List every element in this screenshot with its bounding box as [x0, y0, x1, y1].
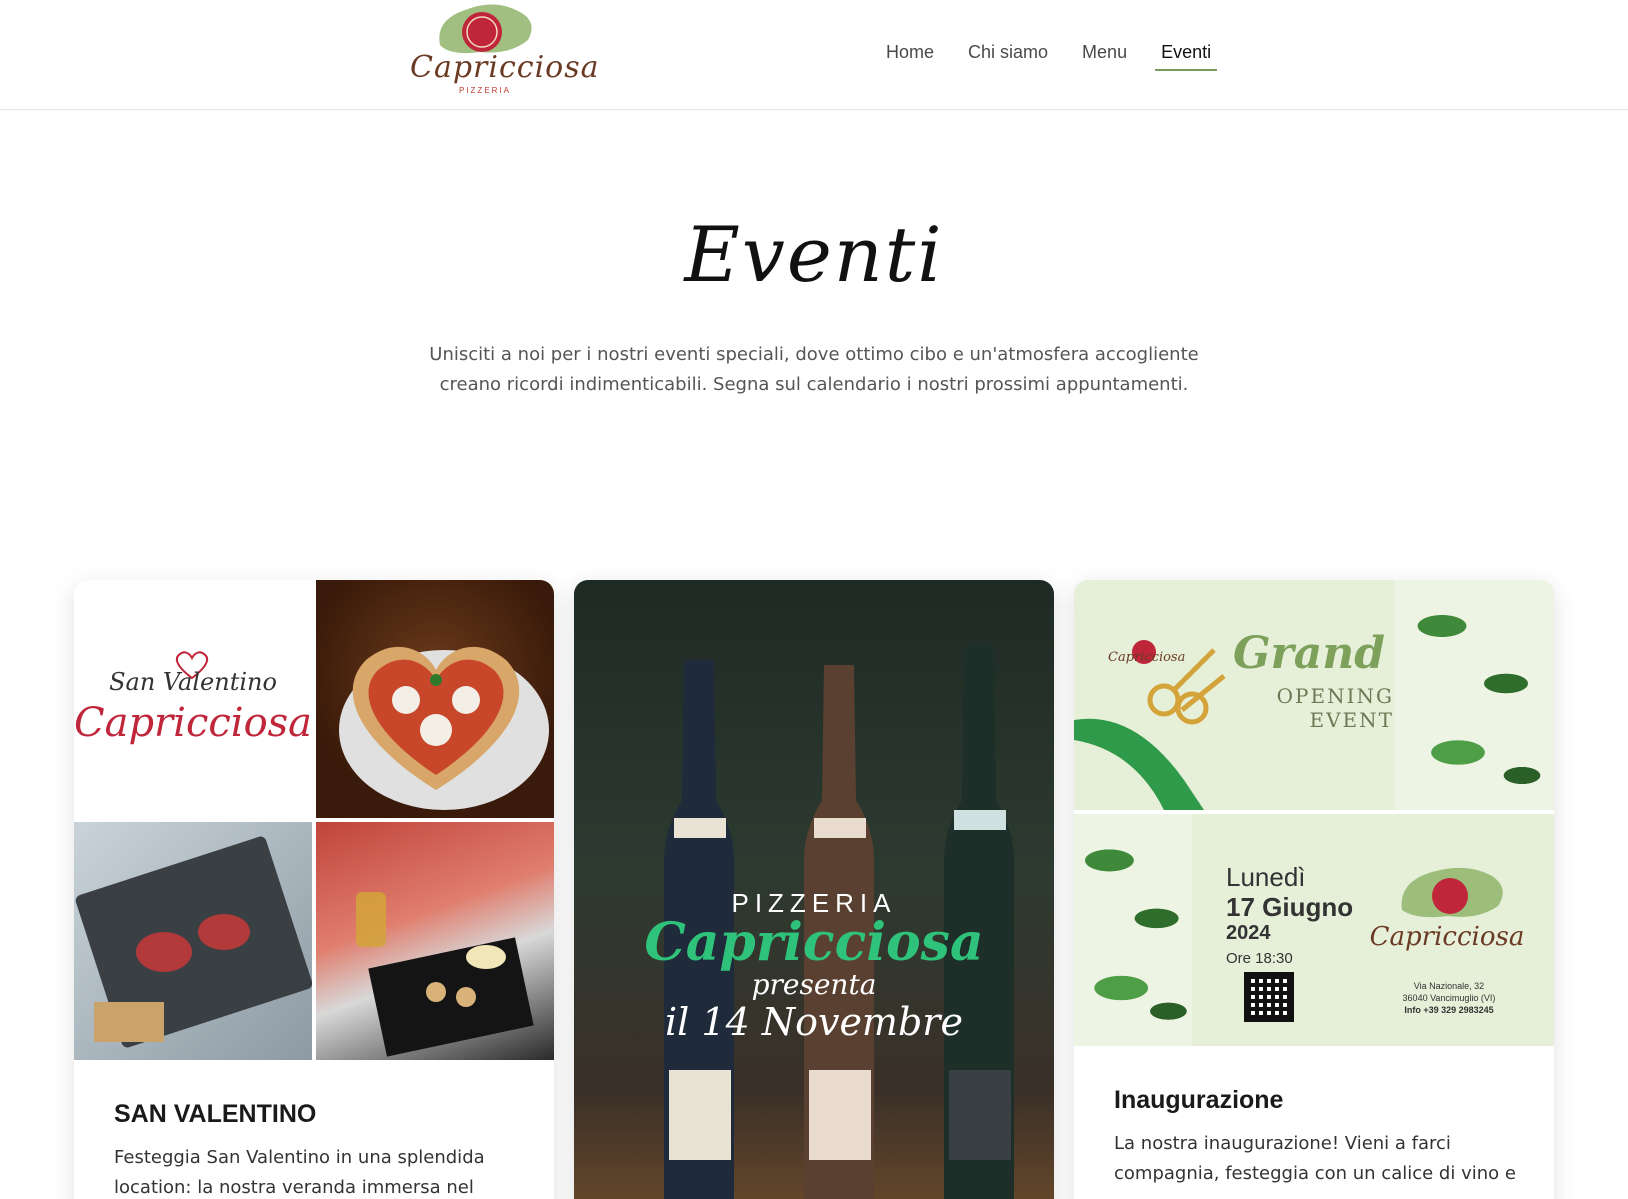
event-card-body: Inaugurazione La nostra inaugurazione! V… [1114, 1086, 1524, 1189]
event-card-san-valentino[interactable]: San Valentino Capricciosa SAN VALENTINO … [74, 580, 554, 1199]
grand-opening-banner: Capricciosa Grand OPENING EVENT [1074, 580, 1554, 810]
site-logo[interactable]: Capricciosa PIZZERIA [410, 0, 600, 100]
heart-pizza-icon [339, 646, 549, 810]
dessert-plate-icon [356, 892, 534, 1057]
collage-title-line1: San Valentino [109, 668, 277, 696]
collage-tile-heart-pizza [316, 580, 554, 818]
collage-tile-title: San Valentino Capricciosa [74, 580, 312, 818]
opening-details-banner: Lunedì 17 Giugno 2024 Ore 18:30 Capricci… [1074, 814, 1554, 1046]
collage-tile-dessert [316, 822, 554, 1060]
banner-grand: Grand [1232, 628, 1386, 679]
qr-code-icon [1244, 972, 1294, 1022]
nav-menu[interactable]: Menu [1076, 38, 1133, 71]
logo-brush-icon [1401, 867, 1503, 918]
site-header: Capricciosa PIZZERIA Home Chi siamo Menu… [0, 0, 1628, 110]
event-title: SAN VALENTINO [114, 1100, 317, 1128]
event-address: Via Nazionale, 32 36040 Vancimuglio (VI)… [1364, 980, 1534, 1016]
event-image-collage: San Valentino Capricciosa [74, 580, 554, 1060]
page-title: Eventi [684, 210, 944, 299]
logo-subtitle: PIZZERIA [458, 86, 511, 95]
event-description: La nostra inaugurazione! Vieni a farci c… [1114, 1133, 1516, 1184]
banner-opening: OPENING [1276, 684, 1394, 708]
collage-tile-tartare [74, 822, 312, 1060]
leaf-pattern-left [1074, 814, 1192, 1046]
address-line1: Via Nazionale, 32 [1413, 981, 1485, 991]
event-image-wine: PIZZERIA Capricciosa presenta il 14 Nove… [574, 580, 1054, 1199]
wine-line3: presenta [751, 968, 877, 1001]
banner-event: EVENT [1309, 708, 1394, 732]
event-time: Ore 18:30 [1226, 950, 1293, 967]
details-logo-text: Capricciosa [1369, 922, 1525, 952]
nav-eventi[interactable]: Eventi [1155, 38, 1218, 71]
nav-home[interactable]: Home [880, 38, 940, 71]
wine-line2: Capricciosa [644, 912, 984, 973]
event-day: Lunedì [1226, 862, 1306, 892]
event-description: Festeggia San Valentino in una splendida… [114, 1147, 485, 1198]
event-card-14-novembre[interactable]: PIZZERIA Capricciosa presenta il 14 Nove… [574, 580, 1054, 1199]
event-card-inaugurazione[interactable]: Capricciosa Grand OPENING EVENT Lunedì 1… [1074, 580, 1554, 1199]
nav-chi-siamo[interactable]: Chi siamo [962, 38, 1054, 71]
event-year: 2024 [1226, 922, 1271, 944]
collage-title-line2: Capricciosa [74, 700, 312, 746]
logo-wordmark: Capricciosa [410, 50, 600, 85]
wine-line4: il 14 Novembre [665, 1000, 963, 1044]
page-intro: Unisciti a noi per i nostri eventi speci… [429, 344, 1199, 395]
main-nav: Home Chi siamo Menu Eventi [880, 38, 1239, 71]
event-title: Inaugurazione [1114, 1086, 1284, 1114]
event-image-grand-opening: Capricciosa Grand OPENING EVENT Lunedì 1… [1074, 580, 1554, 1046]
event-date: 17 Giugno [1226, 892, 1354, 922]
address-info: Info +39 329 2983245 [1404, 1005, 1494, 1015]
banner-logo-text: Capricciosa [1108, 650, 1186, 665]
event-card-body: SAN VALENTINO Festeggia San Valentino in… [114, 1100, 524, 1199]
address-line2: 36040 Vancimuglio (VI) [1402, 993, 1496, 1003]
tartare-plate-icon [75, 836, 312, 1048]
leaf-pattern-right [1394, 580, 1554, 810]
